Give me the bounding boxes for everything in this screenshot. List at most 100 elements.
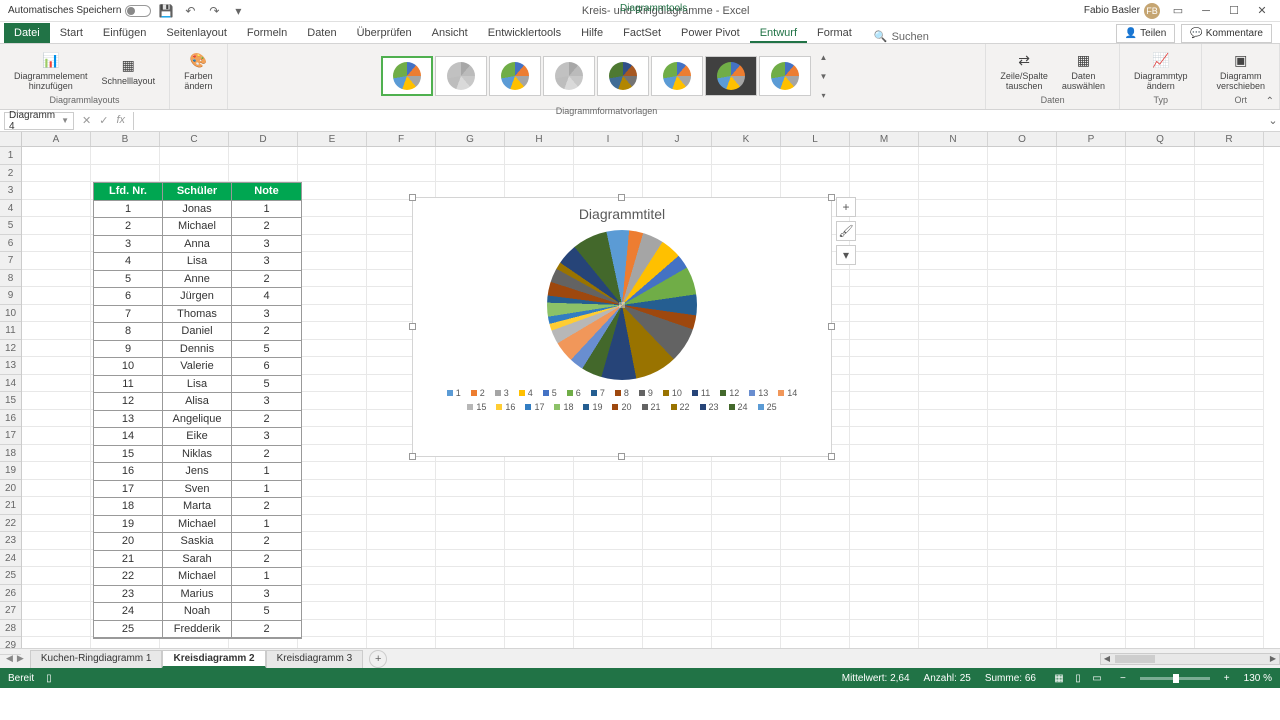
tab-formeln[interactable]: Formeln bbox=[237, 23, 297, 43]
tab-hilfe[interactable]: Hilfe bbox=[571, 23, 613, 43]
styles-up-icon[interactable]: ▲ bbox=[815, 48, 833, 66]
legend-item[interactable]: 14 bbox=[778, 388, 797, 398]
tab-seitenlayout[interactable]: Seitenlayout bbox=[156, 23, 237, 43]
row-header[interactable]: 28 bbox=[0, 620, 21, 638]
change-chart-type-button[interactable]: 📈Diagrammtyp ändern bbox=[1128, 48, 1194, 93]
name-box[interactable]: Diagramm 4▼ bbox=[4, 112, 74, 130]
row-header[interactable]: 15 bbox=[0, 392, 21, 410]
sheet-tab[interactable]: Kreisdiagramm 3 bbox=[266, 650, 364, 668]
col-header[interactable]: J bbox=[643, 132, 712, 146]
move-chart-button[interactable]: ▣Diagramm verschieben bbox=[1210, 48, 1271, 93]
row-header[interactable]: 26 bbox=[0, 585, 21, 603]
col-header[interactable]: I bbox=[574, 132, 643, 146]
row-header[interactable]: 5 bbox=[0, 217, 21, 235]
sheet-tab[interactable]: Kreisdiagramm 2 bbox=[162, 650, 265, 668]
redo-button[interactable]: ↷ bbox=[205, 2, 223, 20]
expand-formula-icon[interactable]: ⌄ bbox=[1266, 114, 1280, 127]
col-header[interactable]: C bbox=[160, 132, 229, 146]
fx-icon[interactable]: fx bbox=[116, 114, 125, 127]
worksheet-grid[interactable]: 1234567891011121314151617181920212223242… bbox=[0, 132, 1280, 648]
resize-handle[interactable] bbox=[409, 194, 416, 201]
resize-handle[interactable] bbox=[828, 194, 835, 201]
chart-style-2[interactable] bbox=[435, 56, 487, 96]
legend-item[interactable]: 9 bbox=[639, 388, 653, 398]
col-header[interactable]: H bbox=[505, 132, 574, 146]
add-chart-element-button[interactable]: 📊Diagrammelement hinzufügen bbox=[8, 48, 94, 93]
legend-item[interactable]: 15 bbox=[467, 402, 486, 412]
legend-item[interactable]: 4 bbox=[519, 388, 533, 398]
chart-elements-button[interactable]: + bbox=[836, 197, 856, 217]
chart-style-7[interactable] bbox=[705, 56, 757, 96]
col-header[interactable]: L bbox=[781, 132, 850, 146]
row-header[interactable]: 4 bbox=[0, 200, 21, 218]
table-row[interactable]: 6Jürgen4 bbox=[94, 288, 301, 306]
table-row[interactable]: 7Thomas3 bbox=[94, 306, 301, 324]
sheet-tab[interactable]: Kuchen-Ringdiagramm 1 bbox=[30, 650, 163, 668]
row-header[interactable]: 23 bbox=[0, 532, 21, 550]
legend-item[interactable]: 5 bbox=[543, 388, 557, 398]
row-header[interactable]: 6 bbox=[0, 235, 21, 253]
chart-style-1[interactable] bbox=[381, 56, 433, 96]
table-row[interactable]: 22Michael1 bbox=[94, 568, 301, 586]
legend-item[interactable]: 10 bbox=[663, 388, 682, 398]
legend-item[interactable]: 11 bbox=[692, 388, 710, 398]
legend-item[interactable]: 20 bbox=[612, 402, 631, 412]
resize-handle[interactable] bbox=[828, 453, 835, 460]
legend-item[interactable]: 6 bbox=[567, 388, 581, 398]
tab-überprüfen[interactable]: Überprüfen bbox=[347, 23, 422, 43]
table-row[interactable]: 18Marta2 bbox=[94, 498, 301, 516]
scroll-thumb[interactable] bbox=[1115, 655, 1155, 663]
row-header[interactable]: 10 bbox=[0, 305, 21, 323]
sheet-nav-next[interactable]: ▶ bbox=[17, 653, 24, 664]
row-header[interactable]: 16 bbox=[0, 410, 21, 428]
legend-item[interactable]: 13 bbox=[749, 388, 768, 398]
table-row[interactable]: 23Marius3 bbox=[94, 586, 301, 604]
chart-style-6[interactable] bbox=[651, 56, 703, 96]
table-row[interactable]: 9Dennis5 bbox=[94, 341, 301, 359]
tab-entwicklertools[interactable]: Entwicklertools bbox=[478, 23, 571, 43]
table-row[interactable]: 19Michael1 bbox=[94, 516, 301, 534]
row-header[interactable]: 18 bbox=[0, 445, 21, 463]
zoom-out-button[interactable]: − bbox=[1120, 673, 1126, 684]
resize-handle[interactable] bbox=[409, 453, 416, 460]
tab-power pivot[interactable]: Power Pivot bbox=[671, 23, 750, 43]
col-header[interactable]: E bbox=[298, 132, 367, 146]
row-header[interactable]: 3 bbox=[0, 182, 21, 200]
select-all-corner[interactable] bbox=[0, 132, 21, 147]
scroll-right-icon[interactable]: ▶ bbox=[1267, 654, 1279, 663]
legend-item[interactable]: 16 bbox=[496, 402, 515, 412]
legend-item[interactable]: 24 bbox=[729, 402, 748, 412]
close-button[interactable]: ✕ bbox=[1252, 3, 1272, 19]
row-header[interactable]: 13 bbox=[0, 357, 21, 375]
collapse-ribbon-icon[interactable]: ⌃ bbox=[1266, 96, 1274, 107]
table-row[interactable]: 15Niklas2 bbox=[94, 446, 301, 464]
select-data-button[interactable]: ▦Daten auswählen bbox=[1056, 48, 1111, 93]
minimize-button[interactable]: ─ bbox=[1196, 3, 1216, 19]
chart-filter-button[interactable]: ▾ bbox=[836, 245, 856, 265]
chart-style-8[interactable] bbox=[759, 56, 811, 96]
undo-button[interactable]: ↶ bbox=[181, 2, 199, 20]
horizontal-scrollbar[interactable]: ◀ ▶ bbox=[1100, 653, 1280, 665]
table-row[interactable]: 2Michael2 bbox=[94, 218, 301, 236]
chart-style-5[interactable] bbox=[597, 56, 649, 96]
table-row[interactable]: 10Valerie6 bbox=[94, 358, 301, 376]
tab-format[interactable]: Format bbox=[807, 23, 862, 43]
zoom-level[interactable]: 130 % bbox=[1244, 673, 1272, 684]
chart-style-4[interactable] bbox=[543, 56, 595, 96]
col-header[interactable]: M bbox=[850, 132, 919, 146]
legend-item[interactable]: 18 bbox=[554, 402, 573, 412]
add-sheet-button[interactable]: + bbox=[369, 650, 387, 668]
legend-item[interactable]: 21 bbox=[642, 402, 661, 412]
search-box[interactable]: 🔍 Suchen bbox=[874, 30, 929, 43]
table-row[interactable]: 14Eike3 bbox=[94, 428, 301, 446]
legend-item[interactable]: 22 bbox=[671, 402, 690, 412]
legend-item[interactable]: 1 bbox=[447, 388, 461, 398]
row-header[interactable]: 14 bbox=[0, 375, 21, 393]
save-button[interactable]: 💾 bbox=[157, 2, 175, 20]
legend-item[interactable]: 3 bbox=[495, 388, 509, 398]
table-row[interactable]: 1Jonas1 bbox=[94, 201, 301, 219]
legend-item[interactable]: 2 bbox=[471, 388, 485, 398]
table-row[interactable]: 24Noah5 bbox=[94, 603, 301, 621]
table-row[interactable]: 13Angelique2 bbox=[94, 411, 301, 429]
legend-item[interactable]: 17 bbox=[525, 402, 544, 412]
